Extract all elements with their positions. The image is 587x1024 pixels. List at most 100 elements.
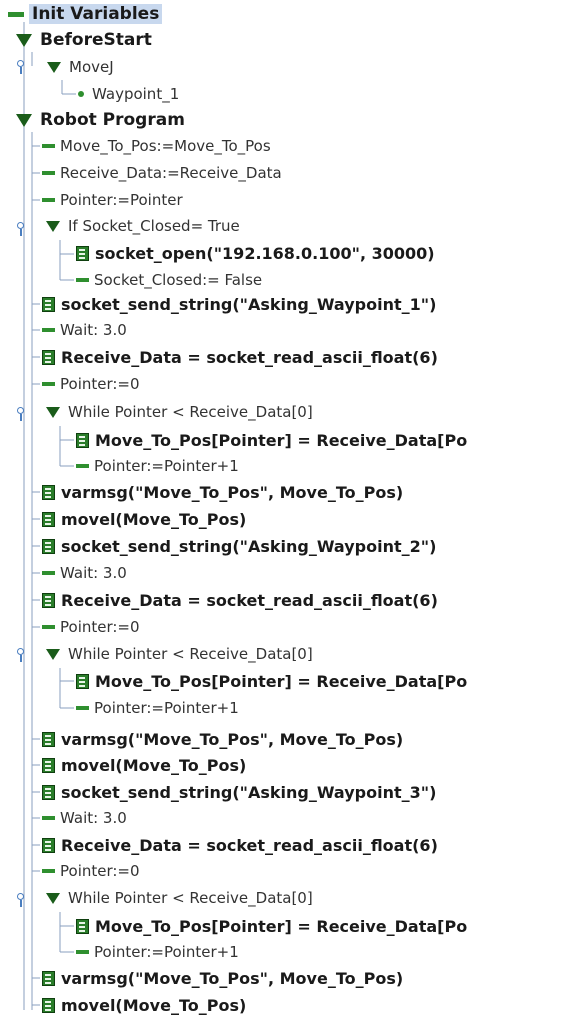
assignment-icon <box>42 328 55 332</box>
script-icon <box>76 918 89 934</box>
tree-node-script[interactable]: Receive_Data = socket_read_ascii_float(6… <box>42 832 438 858</box>
tree-node-assignment[interactable]: Pointer:=0 <box>42 371 140 397</box>
tree-node-init-variables[interactable]: Init Variables <box>8 1 163 27</box>
node-label: Pointer:=Pointer+1 <box>94 457 239 475</box>
script-icon <box>42 511 55 527</box>
folder-triangle-icon <box>46 220 60 232</box>
tree-node-assignment[interactable]: Pointer:=Pointer+1 <box>76 453 239 479</box>
node-pin-icon[interactable] <box>15 893 29 907</box>
script-icon <box>76 673 89 689</box>
assignment-icon <box>76 278 89 282</box>
node-label: While Pointer < Receive_Data[0] <box>68 889 313 907</box>
folder-triangle-icon <box>16 33 32 47</box>
node-label: Wait: 3.0 <box>60 321 127 339</box>
node-label: MoveJ <box>69 58 114 76</box>
script-icon <box>42 970 55 986</box>
script-icon <box>42 349 55 365</box>
tree-node-robot-program[interactable]: Robot Program <box>16 107 185 133</box>
tree-node-movej[interactable]: MoveJ <box>47 54 114 80</box>
tree-node-script[interactable]: movel(Move_To_Pos) <box>42 992 246 1018</box>
assignment-icon <box>42 571 55 575</box>
node-label: While Pointer < Receive_Data[0] <box>68 645 313 663</box>
script-icon <box>42 296 55 312</box>
tree-node-assignment[interactable]: Pointer:=0 <box>42 858 140 884</box>
tree-node-script[interactable]: socket_send_string("Asking_Waypoint_2") <box>42 533 436 559</box>
tree-node-script[interactable]: Receive_Data = socket_read_ascii_float(6… <box>42 344 438 370</box>
tree-node-assignment[interactable]: Pointer:=Pointer+1 <box>76 939 239 965</box>
tree-node-waypoint-1[interactable]: Waypoint_1 <box>78 81 179 107</box>
script-icon <box>42 484 55 500</box>
node-label: movel(Move_To_Pos) <box>61 755 247 775</box>
tree-node-script[interactable]: Receive_Data = socket_read_ascii_float(6… <box>42 587 438 613</box>
node-label: socket_open("192.168.0.100", 30000) <box>95 243 435 263</box>
tree-node-script[interactable]: socket_send_string("Asking_Waypoint_1") <box>42 291 436 317</box>
assignment-icon <box>42 816 55 820</box>
assignment-icon <box>76 706 89 710</box>
node-label: While Pointer < Receive_Data[0] <box>68 403 313 421</box>
node-label: Move_To_Pos:=Move_To_Pos <box>60 137 271 155</box>
node-label: varmsg("Move_To_Pos", Move_To_Pos) <box>61 729 404 749</box>
tree-node-script[interactable]: Move_To_Pos[Pointer] = Receive_Data[Po <box>76 913 467 939</box>
node-label: Pointer:=Pointer+1 <box>94 943 239 961</box>
script-icon <box>42 538 55 554</box>
tree-node-script[interactable]: movel(Move_To_Pos) <box>42 752 246 778</box>
tree-node-before-start[interactable]: BeforeStart <box>16 27 152 53</box>
node-label: varmsg("Move_To_Pos", Move_To_Pos) <box>61 482 404 502</box>
folder-triangle-icon <box>46 406 60 418</box>
script-icon <box>76 245 89 261</box>
node-label: Receive_Data = socket_read_ascii_float(6… <box>61 835 438 855</box>
node-label: Receive_Data = socket_read_ascii_float(6… <box>61 590 438 610</box>
assignment-icon <box>42 869 55 873</box>
tree-node-while[interactable]: While Pointer < Receive_Data[0] <box>46 885 313 911</box>
folder-triangle-icon <box>16 113 32 127</box>
assignment-icon <box>76 464 89 468</box>
script-icon <box>42 837 55 853</box>
node-label: Pointer:=0 <box>60 618 140 636</box>
node-label: Wait: 3.0 <box>60 809 127 827</box>
node-label: Init Variables <box>29 4 163 24</box>
tree-node-assignment[interactable]: Move_To_Pos:=Move_To_Pos <box>42 133 271 159</box>
node-label: movel(Move_To_Pos) <box>61 509 247 529</box>
node-label: Receive_Data:=Receive_Data <box>60 164 282 182</box>
node-pin-icon[interactable] <box>15 222 29 236</box>
tree-node-script[interactable]: varmsg("Move_To_Pos", Move_To_Pos) <box>42 479 403 505</box>
tree-node-wait[interactable]: Wait: 3.0 <box>42 805 127 831</box>
tree-node-assignment[interactable]: Pointer:=0 <box>42 614 140 640</box>
tree-node-assignment[interactable]: Socket_Closed:= False <box>76 267 262 293</box>
tree-node-script[interactable]: socket_send_string("Asking_Waypoint_3") <box>42 779 436 805</box>
tree-node-script[interactable]: varmsg("Move_To_Pos", Move_To_Pos) <box>42 726 403 752</box>
assignment-icon <box>42 382 55 386</box>
node-label: BeforeStart <box>40 30 152 50</box>
tree-node-script[interactable]: socket_open("192.168.0.100", 30000) <box>76 240 435 266</box>
assignment-icon <box>42 198 55 202</box>
node-label: Waypoint_1 <box>92 85 180 103</box>
tree-node-wait[interactable]: Wait: 3.0 <box>42 317 127 343</box>
script-icon <box>42 997 55 1013</box>
tree-node-while[interactable]: While Pointer < Receive_Data[0] <box>46 641 313 667</box>
tree-node-wait[interactable]: Wait: 3.0 <box>42 560 127 586</box>
node-pin-icon[interactable] <box>15 407 29 421</box>
script-icon <box>42 757 55 773</box>
node-pin-icon[interactable] <box>15 60 29 74</box>
tree-node-script[interactable]: varmsg("Move_To_Pos", Move_To_Pos) <box>42 965 403 991</box>
node-pin-icon[interactable] <box>15 648 29 662</box>
node-label: socket_send_string("Asking_Waypoint_3") <box>61 782 437 802</box>
node-label: varmsg("Move_To_Pos", Move_To_Pos) <box>61 968 404 988</box>
tree-node-assignment[interactable]: Receive_Data:=Receive_Data <box>42 160 282 186</box>
node-label: Move_To_Pos[Pointer] = Receive_Data[Po <box>95 430 468 450</box>
tree-node-if[interactable]: If Socket_Closed= True <box>46 213 240 239</box>
tree-node-while[interactable]: While Pointer < Receive_Data[0] <box>46 399 313 425</box>
tree-node-assignment[interactable]: Pointer:=Pointer <box>42 187 183 213</box>
node-label: movel(Move_To_Pos) <box>61 995 247 1015</box>
tree-node-assignment[interactable]: Pointer:=Pointer+1 <box>76 695 239 721</box>
tree-node-script[interactable]: Move_To_Pos[Pointer] = Receive_Data[Po <box>76 427 467 453</box>
script-icon <box>42 731 55 747</box>
script-icon <box>76 432 89 448</box>
node-label: Robot Program <box>40 110 185 130</box>
tree-node-script[interactable]: Move_To_Pos[Pointer] = Receive_Data[Po <box>76 668 467 694</box>
node-label: Pointer:=0 <box>60 375 140 393</box>
node-label: Move_To_Pos[Pointer] = Receive_Data[Po <box>95 671 468 691</box>
node-label: Receive_Data = socket_read_ascii_float(6… <box>61 347 438 367</box>
assignment-icon <box>42 171 55 175</box>
tree-node-script[interactable]: movel(Move_To_Pos) <box>42 506 246 532</box>
